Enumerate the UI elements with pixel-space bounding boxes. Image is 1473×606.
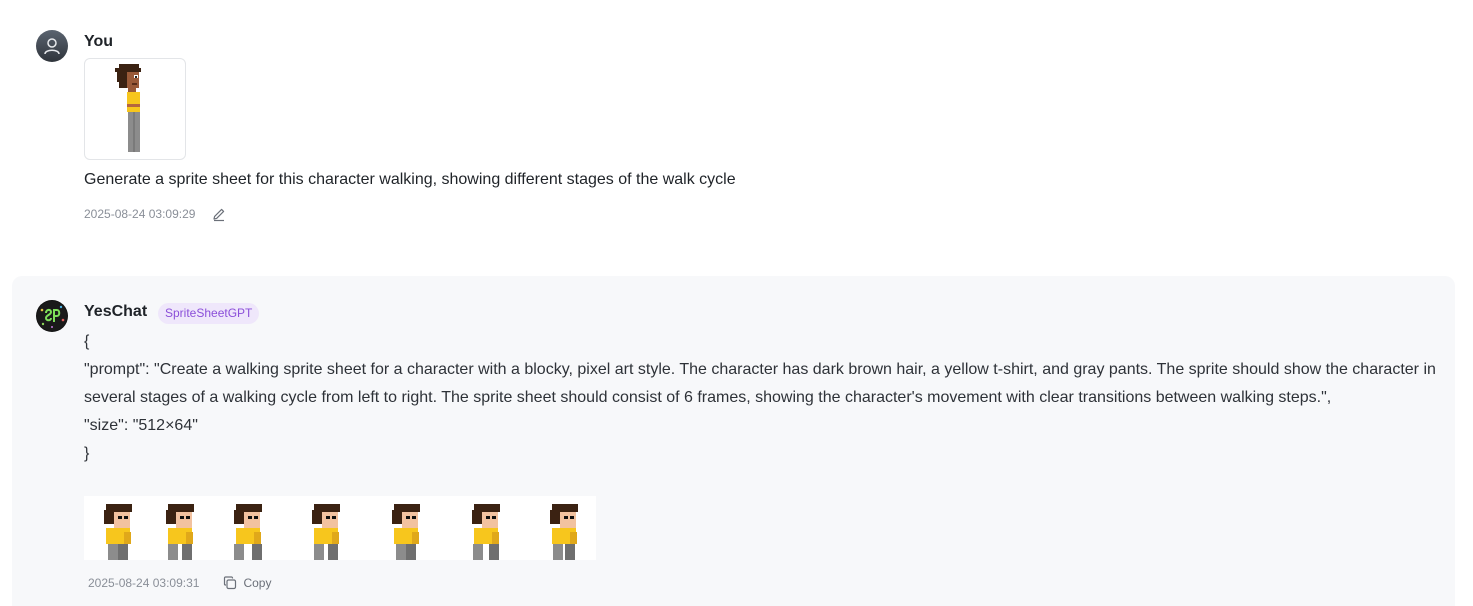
sprite-frame: [234, 504, 262, 560]
gpt-badge[interactable]: SpriteSheetGPT: [158, 303, 260, 324]
copy-button[interactable]: Copy: [223, 576, 271, 590]
assistant-message: YesChat SpriteSheetGPT { "prompt": "Crea…: [12, 276, 1455, 606]
sprite-frame: [392, 504, 420, 560]
response-line: "size": "512×64": [84, 417, 198, 434]
sprite-frame: [104, 504, 132, 560]
character-sprite-image: [115, 64, 141, 152]
sprite-frame: [166, 504, 194, 560]
assistant-avatar: [36, 300, 68, 332]
sprite-frame: [472, 504, 500, 560]
generated-sprite-sheet[interactable]: [84, 496, 596, 560]
response-line: "prompt": "Create a walking sprite sheet…: [84, 361, 1436, 406]
user-message-text: Generate a sprite sheet for this charact…: [84, 171, 736, 188]
copy-icon: [224, 576, 237, 590]
walking-sprite-sheet-image: [104, 504, 578, 560]
edit-button[interactable]: [211, 206, 227, 222]
attached-character-image[interactable]: [84, 58, 186, 160]
assistant-message-meta: 2025-08-24 03:09:31 Copy: [88, 576, 271, 590]
sprite-frame: [550, 504, 578, 560]
assistant-message-text: { "prompt": "Create a walking sprite she…: [84, 328, 1439, 468]
sprite-frame: [312, 504, 340, 560]
assistant-sender-name: YesChat: [84, 303, 148, 320]
user-sender-name: You: [84, 33, 114, 50]
chat-page: You Generate a sprite sheet for this cha…: [0, 0, 1473, 606]
user-icon: [44, 38, 60, 55]
user-message-meta: 2025-08-24 03:09:29: [84, 206, 227, 222]
pencil-icon: [213, 208, 225, 222]
copy-label: Copy: [243, 576, 272, 590]
spritesheetgpt-logo-icon: [37, 301, 67, 331]
assistant-message-timestamp: 2025-08-24 03:09:31: [88, 576, 200, 590]
response-line: }: [84, 445, 90, 462]
user-message-timestamp: 2025-08-24 03:09:29: [84, 207, 196, 221]
response-line: {: [84, 333, 90, 350]
user-avatar: [36, 30, 68, 62]
